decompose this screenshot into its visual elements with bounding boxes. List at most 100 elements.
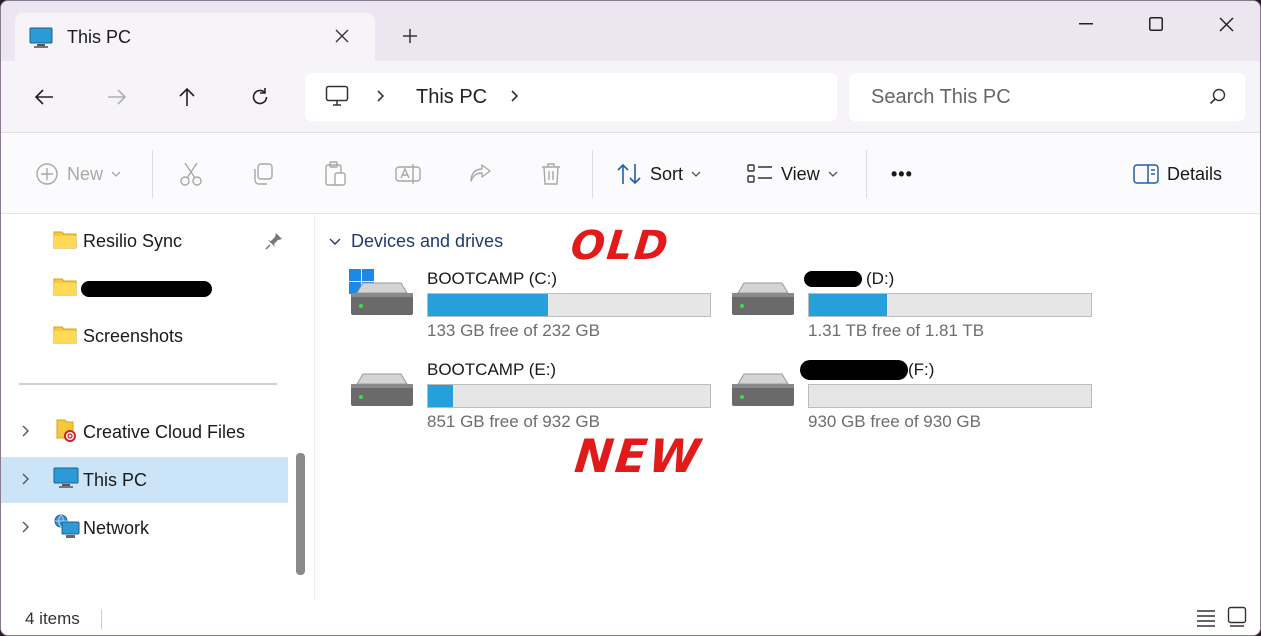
sidebar-item-screenshots[interactable]: Screenshots: [1, 313, 288, 359]
breadcrumb-this-pc[interactable]: This PC: [416, 86, 487, 109]
drive-usage-bar: [427, 293, 711, 317]
sort-button[interactable]: Sort: [616, 160, 701, 188]
more-icon: •••: [891, 163, 913, 184]
chevron-right-icon[interactable]: [21, 518, 31, 539]
maximize-button[interactable]: [1133, 11, 1179, 37]
redaction-mark: [804, 271, 862, 287]
toolbar-divider: [152, 150, 153, 198]
tab-title: This PC: [67, 27, 132, 47]
navigation-pane: Resilio Sync Screenshots Creative Cloud …: [1, 215, 315, 600]
drive-name: BOOTCAMP (C:): [427, 269, 558, 288]
sidebar-divider: [19, 383, 277, 385]
cut-button[interactable]: [179, 160, 203, 188]
copy-button[interactable]: [251, 160, 275, 188]
trash-icon: [542, 163, 560, 185]
view-button[interactable]: View: [747, 160, 838, 188]
search-input[interactable]: Search This PC: [849, 73, 1245, 121]
address-bar[interactable]: This PC: [305, 73, 837, 121]
tab-this-pc[interactable]: This PC: [15, 13, 375, 63]
navigation-bar: This PC Search This PC: [1, 61, 1260, 133]
group-header-label: Devices and drives: [351, 231, 504, 251]
command-bar: New Sort View ••• Details: [1, 134, 1260, 214]
content-pane: Devices and drives OLD BOOTCAMP (C:) 133…: [317, 215, 1260, 600]
tiles-view-icon[interactable]: [1227, 606, 1247, 633]
drive-free-space: 1.31 TB free of 1.81 TB: [808, 321, 985, 340]
sidebar-item-label: Screenshots: [83, 325, 184, 346]
forward-button[interactable]: [102, 83, 132, 111]
folder-icon: [53, 276, 77, 301]
sidebar-item-label: This PC: [83, 469, 148, 490]
minimize-button[interactable]: [1063, 11, 1109, 37]
title-bar: This PC: [1, 1, 1260, 63]
item-count: 4 items: [25, 609, 80, 628]
back-button[interactable]: [29, 83, 59, 111]
scrollbar-thumb[interactable]: [296, 453, 305, 575]
redaction-mark: [800, 360, 908, 380]
hard-drive-icon: [730, 279, 796, 330]
folder-icon: [53, 324, 77, 349]
drive-usage-fill: [809, 294, 887, 316]
copy-icon: [254, 163, 273, 185]
sort-arrows-icon: [617, 163, 641, 185]
computer-icon[interactable]: [325, 85, 349, 112]
sidebar-item-label: Creative Cloud Files: [83, 421, 246, 442]
pin-icon[interactable]: [265, 232, 283, 255]
drive-d[interactable]: (D:) 1.31 TB free of 1.81 TB: [730, 269, 1110, 349]
drive-name: BOOTCAMP (E:): [427, 360, 557, 379]
plus-circle-icon: [36, 163, 58, 185]
drive-usage-bar: [808, 384, 1092, 408]
sidebar-item-label: Resilio Sync: [83, 230, 183, 251]
annotation-old: OLD: [568, 223, 673, 269]
toolbar-divider: [866, 150, 867, 198]
annotation-new: NEW: [572, 429, 705, 483]
details-button[interactable]: Details: [1133, 160, 1222, 188]
details-button-label: Details: [1167, 163, 1223, 184]
toolbar-divider: [592, 150, 593, 198]
drive-free-space: 930 GB free of 930 GB: [808, 412, 981, 431]
drive-name: (D:): [866, 269, 895, 288]
share-button[interactable]: [468, 160, 492, 188]
more-options-button[interactable]: •••: [891, 160, 913, 188]
redaction-mark: [81, 281, 212, 297]
sidebar-item-label: Network: [83, 517, 150, 538]
refresh-button[interactable]: [245, 83, 275, 111]
chevron-down-icon: [691, 171, 701, 177]
hard-drive-icon: [349, 370, 415, 421]
drive-e[interactable]: BOOTCAMP (E:) 851 GB free of 932 GB: [349, 360, 729, 440]
sidebar-item-creative-cloud-files[interactable]: Creative Cloud Files: [1, 409, 288, 455]
new-button[interactable]: New: [35, 160, 121, 188]
sidebar-item-redacted-folder[interactable]: [1, 265, 288, 311]
delete-button[interactable]: [540, 160, 562, 188]
drive-usage-bar: [427, 384, 711, 408]
share-icon: [470, 164, 491, 182]
close-icon[interactable]: [331, 25, 353, 47]
chevron-right-icon[interactable]: [375, 85, 387, 112]
chevron-right-icon[interactable]: [21, 470, 31, 491]
group-header-devices[interactable]: Devices and drives: [329, 231, 503, 252]
chevron-right-icon[interactable]: [509, 85, 521, 112]
new-tab-button[interactable]: [397, 23, 423, 49]
drive-f[interactable]: (F:) 930 GB free of 930 GB: [730, 360, 1110, 440]
up-button[interactable]: [172, 83, 202, 111]
drive-usage-fill: [428, 385, 453, 407]
monitor-icon: [53, 467, 79, 494]
file-explorer-window: This PC This PC Search This PC New Sort …: [0, 0, 1261, 636]
paste-button[interactable]: [323, 160, 347, 188]
details-view-icon[interactable]: [1195, 608, 1217, 633]
folder-icon: [53, 229, 77, 254]
chevron-right-icon[interactable]: [21, 422, 31, 443]
drive-name: (F:): [908, 360, 935, 379]
rename-button[interactable]: [395, 160, 421, 188]
sidebar-item-this-pc[interactable]: This PC: [1, 457, 288, 503]
clipboard-icon: [325, 161, 346, 186]
view-list-icon: [747, 164, 772, 183]
window-close-button[interactable]: [1203, 11, 1249, 37]
drive-usage-fill: [428, 294, 549, 316]
chevron-down-icon: [329, 238, 341, 245]
drive-usage-bar: [808, 293, 1092, 317]
sidebar-item-resilio-sync[interactable]: Resilio Sync: [1, 218, 288, 264]
chevron-down-icon: [111, 171, 121, 177]
sidebar-item-network[interactable]: Network: [1, 505, 288, 551]
drive-c[interactable]: BOOTCAMP (C:) 133 GB free of 232 GB: [349, 269, 729, 349]
view-button-label: View: [781, 163, 820, 184]
